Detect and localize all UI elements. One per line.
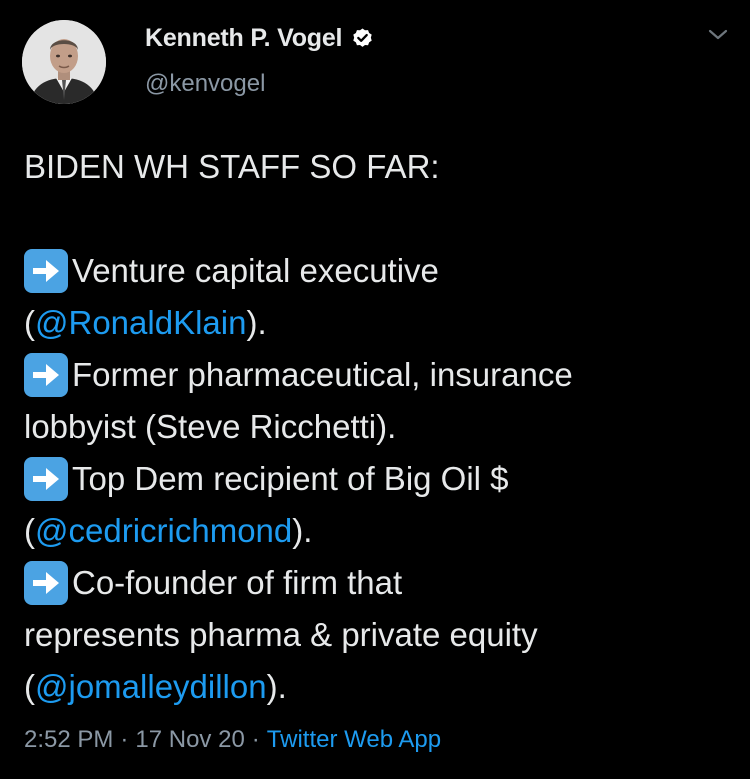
paren-close: ). xyxy=(246,304,267,341)
mention-link[interactable]: @cedricrichmond xyxy=(35,505,292,557)
author-handle[interactable]: @kenvogel xyxy=(145,70,265,98)
list-item-continuation: (@jomalleydillon). xyxy=(24,661,734,713)
mention-link[interactable]: @jomalleydillon xyxy=(35,661,267,713)
avatar[interactable] xyxy=(22,20,106,104)
list-item: Co-founder of firm that xyxy=(24,557,734,609)
tweet-line-heading: BIDEN WH STAFF SO FAR: xyxy=(24,141,734,193)
mention-link[interactable]: @RonaldKlain xyxy=(35,297,246,349)
author-display-name[interactable]: Kenneth P. Vogel xyxy=(145,24,343,53)
paren-open: ( xyxy=(24,668,35,705)
item-text: Venture capital executive xyxy=(72,252,439,289)
chevron-down-icon[interactable] xyxy=(706,27,730,43)
item-text: Former pharmaceutical, insurance xyxy=(72,356,573,393)
meta-separator: · xyxy=(120,726,129,753)
tweet-source-link[interactable]: Twitter Web App xyxy=(267,726,441,754)
list-item-continuation: (@RonaldKlain). xyxy=(24,297,734,349)
paren-open: ( xyxy=(24,304,35,341)
right-arrow-emoji-icon xyxy=(24,457,68,501)
list-item: Top Dem recipient of Big Oil $ xyxy=(24,453,734,505)
tweet: Kenneth P. Vogel @kenvogel BIDEN WH STAF… xyxy=(0,0,750,779)
list-item-continuation: represents pharma & private equity xyxy=(24,609,734,661)
right-arrow-emoji-icon xyxy=(24,353,68,397)
meta-separator: · xyxy=(251,726,260,753)
list-item: Former pharmaceutical, insurance xyxy=(24,349,734,401)
tweet-date[interactable]: 17 Nov 20 xyxy=(135,726,244,754)
list-item: Venture capital executive xyxy=(24,245,734,297)
avatar-photo xyxy=(22,20,106,104)
verified-badge-icon xyxy=(351,27,374,50)
right-arrow-emoji-icon xyxy=(24,561,68,605)
item-text-cont: lobbyist (Steve Ricchetti). xyxy=(24,408,397,445)
list-item-continuation: lobbyist (Steve Ricchetti). xyxy=(24,401,734,453)
paren-open: ( xyxy=(24,512,35,549)
tweet-text: BIDEN WH STAFF SO FAR: Venture capital e… xyxy=(24,141,734,713)
tweet-time[interactable]: 2:52 PM xyxy=(24,726,113,754)
right-arrow-emoji-icon xyxy=(24,249,68,293)
tweet-heading: BIDEN WH STAFF SO FAR: xyxy=(24,148,440,185)
item-text: Co-founder of firm that xyxy=(72,564,403,601)
item-text-cont: represents pharma & private equity xyxy=(24,616,538,653)
item-text: Top Dem recipient of Big Oil $ xyxy=(72,460,509,497)
paren-close: ). xyxy=(292,512,313,549)
author-name-row: Kenneth P. Vogel xyxy=(145,20,374,56)
paren-close: ). xyxy=(266,668,287,705)
list-item-continuation: (@cedricrichmond). xyxy=(24,505,734,557)
tweet-meta: 2:52 PM · 17 Nov 20 · Twitter Web App xyxy=(24,726,441,754)
